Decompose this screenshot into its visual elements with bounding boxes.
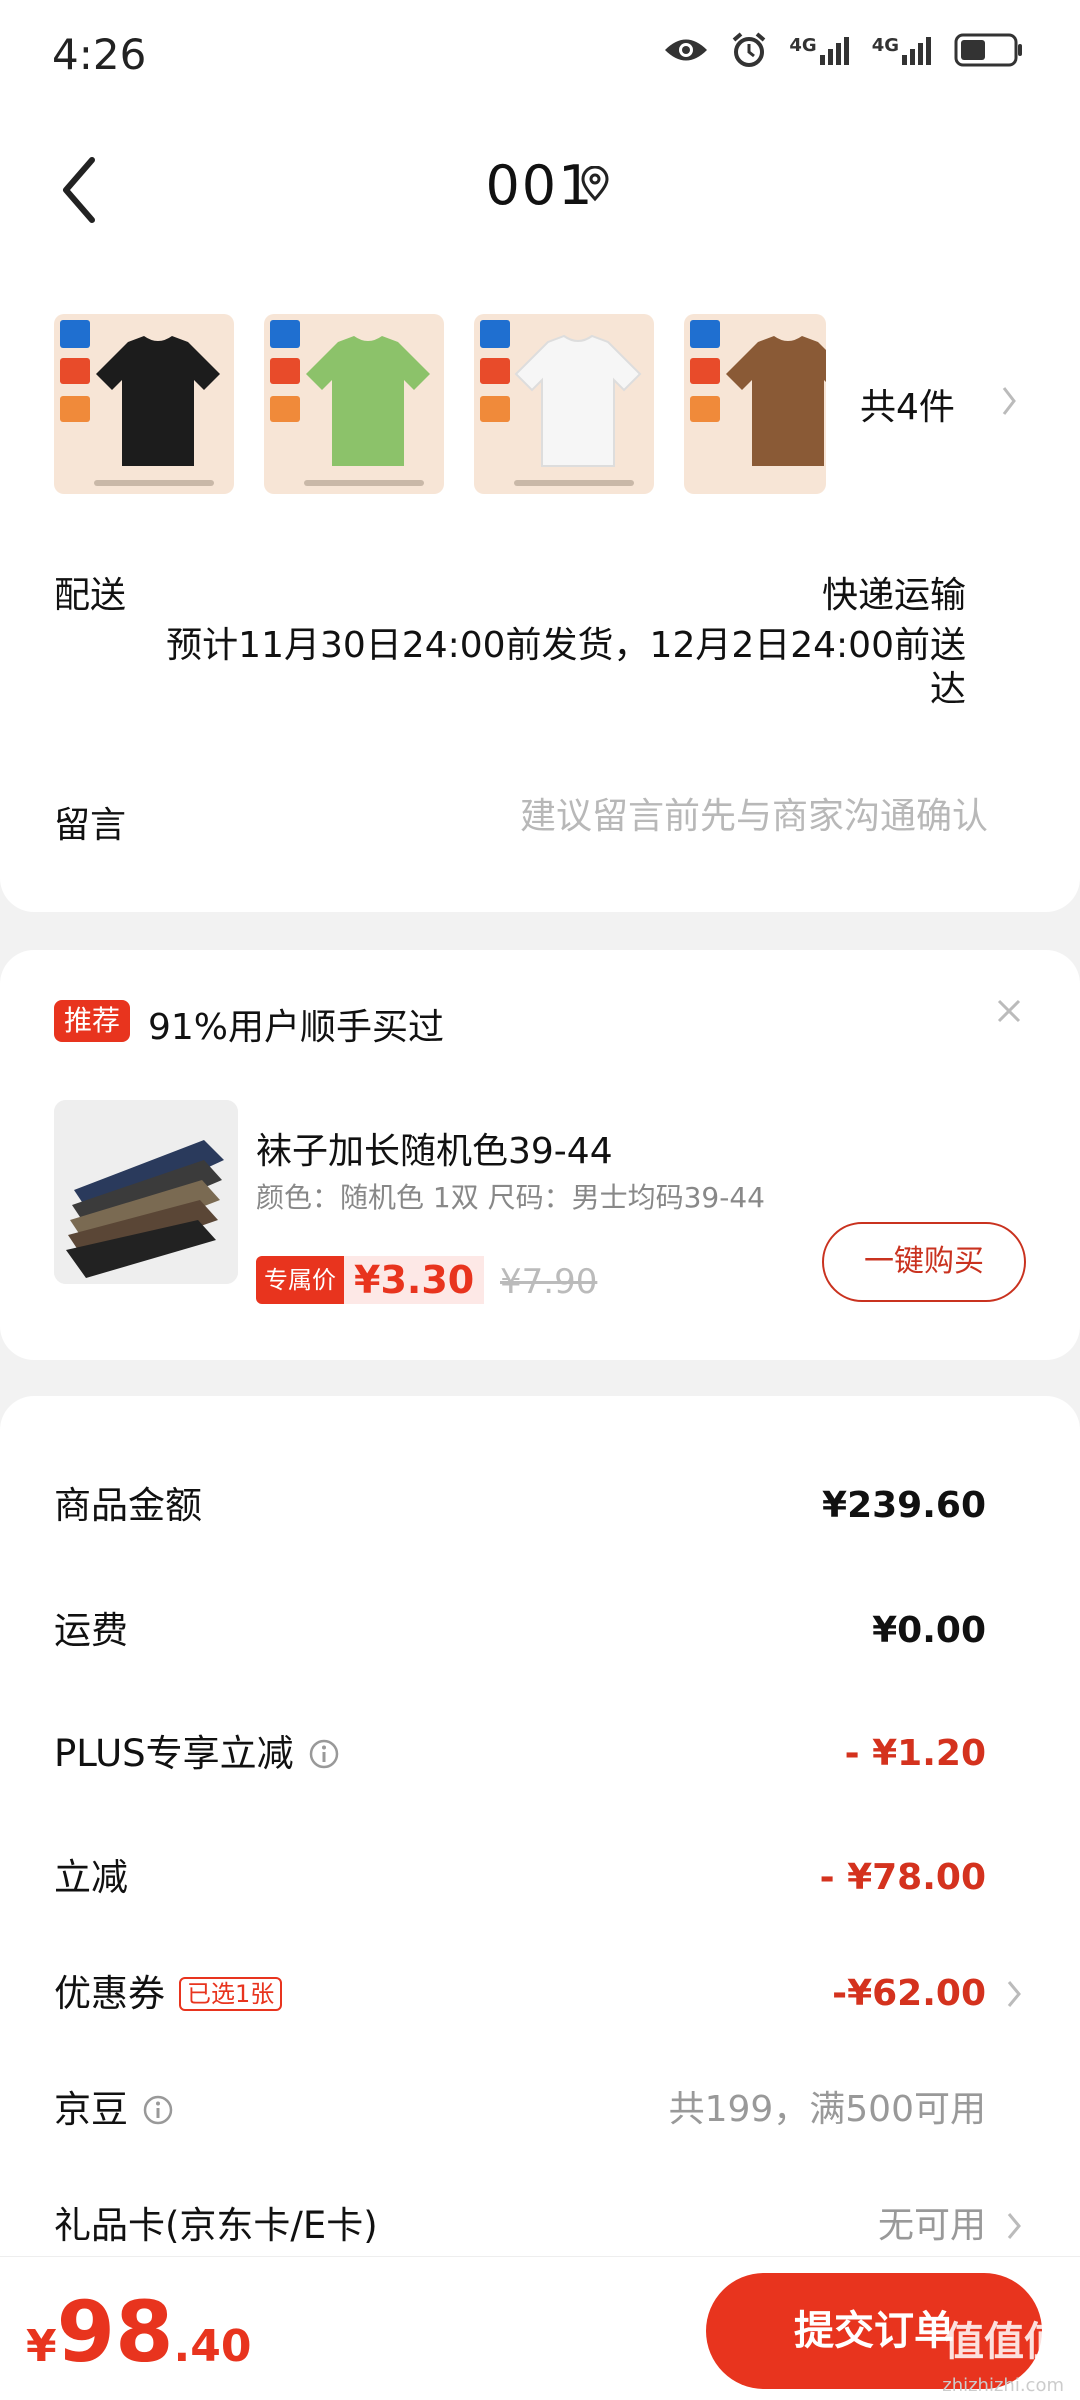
thumbnail-footer — [514, 480, 634, 486]
status-bar: 4:26 4G 4G — [0, 0, 1080, 120]
message-label: 留言 — [54, 805, 127, 846]
network-label: 4G — [871, 35, 899, 56]
signal-bars-icon — [819, 37, 849, 65]
checkout-bar: ¥98.40 提交订单 值值值 zhizhizhi.com — [0, 2256, 1080, 2400]
promo-tag — [690, 358, 720, 384]
brand-logo — [690, 320, 720, 348]
jingdou-row: 京豆 共199，满500可用 — [54, 2080, 1022, 2140]
brand-logo — [480, 320, 510, 348]
exclusive-price-badge: 专属价 — [256, 1256, 344, 1304]
promo-tag — [270, 358, 300, 384]
promo-tag — [480, 358, 510, 384]
gift-card-value: 无可用 — [877, 2205, 986, 2246]
title-wrap: 001 — [0, 154, 1080, 217]
item-thumbnail[interactable] — [684, 314, 826, 494]
chevron-right-icon[interactable] — [1000, 384, 1018, 418]
goods-amount-label: 商品金额 — [54, 1484, 202, 1527]
coupon-row[interactable]: 优惠券 已选1张 -¥62.00 — [54, 1964, 1022, 2024]
info-icon[interactable] — [308, 1738, 340, 1770]
plus-discount-label: PLUS专享立减 — [54, 1732, 294, 1775]
goods-amount-value: ¥239.60 — [822, 1485, 986, 1526]
instant-discount-label: 立减 — [54, 1856, 128, 1899]
battery-icon — [954, 33, 1022, 67]
gift-card-label: 礼品卡(京东卡/E卡) — [54, 2204, 378, 2247]
nav-header: 001 — [0, 120, 1080, 260]
goods-amount-row: 商品金额 ¥239.60 — [54, 1476, 1022, 1536]
plus-discount-value: - ¥1.20 — [844, 1733, 986, 1774]
total-price: ¥98.40 — [26, 2283, 251, 2381]
coupon-value: -¥62.00 — [832, 1973, 986, 2014]
freight-label: 运费 — [54, 1609, 128, 1652]
jingdou-label: 京豆 — [54, 2088, 128, 2131]
delivery-estimate: 预计11月30日24:00前发货，12月2日24:00前送达 — [166, 625, 966, 710]
shirt-image — [306, 336, 430, 466]
recommendation-card: 推荐 91%用户顺手买过 袜子加长随机色39-44 颜色：随机色 1双 尺码：男… — [0, 950, 1080, 1360]
product-spec: 颜色：随机色 1双 尺码：男士均码39-44 — [256, 1181, 765, 1214]
watermark-url: zhizhizhi.com — [942, 2375, 1064, 2396]
brand-logo — [270, 320, 300, 348]
delivery-label: 配送 — [54, 575, 127, 616]
gift-card-row[interactable]: 礼品卡(京东卡/E卡) 无可用 — [54, 2196, 1022, 2256]
thumbnail-footer — [94, 480, 214, 486]
total-integer: 98 — [56, 2283, 174, 2381]
delivery-method[interactable]: 快递运输 — [822, 566, 966, 618]
socks-illustration — [54, 1100, 238, 1284]
coupon-selected-tag: 已选1张 — [179, 1977, 283, 2011]
currency-symbol: ¥ — [26, 2321, 57, 2372]
signal-2: 4G — [872, 35, 932, 65]
coupon-label: 优惠券 — [54, 1972, 165, 2015]
chevron-right-icon[interactable] — [1006, 2210, 1022, 2242]
quick-buy-button[interactable]: 一键购买 — [822, 1222, 1026, 1302]
item-thumbnail[interactable] — [474, 314, 654, 494]
info-icon[interactable] — [142, 2094, 174, 2126]
plus-discount-row: PLUS专享立减 - ¥1.20 — [54, 1724, 1022, 1784]
thumbnail-footer — [304, 480, 424, 486]
item-thumbnail[interactable] — [54, 314, 234, 494]
watermark: 值值值 — [944, 2319, 1064, 2365]
total-decimal: .40 — [173, 2321, 252, 2372]
brand-logo — [60, 320, 90, 348]
promo-tag — [60, 358, 90, 384]
product-name[interactable]: 袜子加长随机色39-44 — [256, 1122, 613, 1174]
alarm-icon — [733, 32, 766, 67]
instant-discount-row: 立减 - ¥78.00 — [54, 1848, 1022, 1908]
status-icons: 4G 4G — [663, 32, 1024, 68]
shirt-image — [514, 334, 642, 467]
message-input[interactable] — [368, 788, 988, 844]
location-pin-icon[interactable] — [580, 166, 610, 202]
original-price: ¥7.90 — [500, 1262, 598, 1302]
eye-icon — [665, 39, 708, 61]
recommend-title: 91%用户顺手买过 — [148, 1007, 445, 1048]
shirt-image — [726, 336, 826, 466]
network-label: 4G — [789, 35, 817, 56]
item-thumbnail[interactable] — [264, 314, 444, 494]
promo-tag — [60, 396, 90, 422]
freight-value: ¥0.00 — [872, 1610, 986, 1651]
exclusive-price: ¥3.30 — [344, 1256, 485, 1304]
shirt-image — [96, 336, 220, 466]
freight-row: 运费 ¥0.00 — [54, 1601, 1022, 1661]
item-count[interactable]: 共4件 — [860, 378, 955, 430]
item-thumbnails[interactable] — [54, 314, 826, 494]
close-icon[interactable] — [996, 998, 1022, 1024]
status-time: 4:26 — [52, 30, 147, 79]
price-summary-card: 商品金额 ¥239.60 运费 ¥0.00 PLUS专享立减 - ¥1.20 立… — [0, 1396, 1080, 2256]
order-items-card: 共4件 配送 快递运输 预计11月30日24:00前发货，12月2日24:00前… — [0, 260, 1080, 912]
order-confirm-page: 4:26 4G 4G 001 共4件 配送 快递运输 预计11月30日24:00… — [0, 0, 1080, 2400]
page-title: 001 — [485, 154, 595, 217]
socks-image[interactable] — [54, 1100, 238, 1284]
signal-1: 4G — [789, 35, 849, 65]
recommend-badge: 推荐 — [54, 1000, 131, 1042]
instant-discount-value: - ¥78.00 — [819, 1857, 986, 1898]
jingdou-value: 共199，满500可用 — [668, 2089, 986, 2130]
chevron-right-icon[interactable] — [1006, 1978, 1022, 2010]
promo-tag — [690, 396, 720, 422]
promo-tag — [270, 396, 300, 422]
promo-tag — [480, 396, 510, 422]
signal-bars-icon — [902, 37, 931, 65]
